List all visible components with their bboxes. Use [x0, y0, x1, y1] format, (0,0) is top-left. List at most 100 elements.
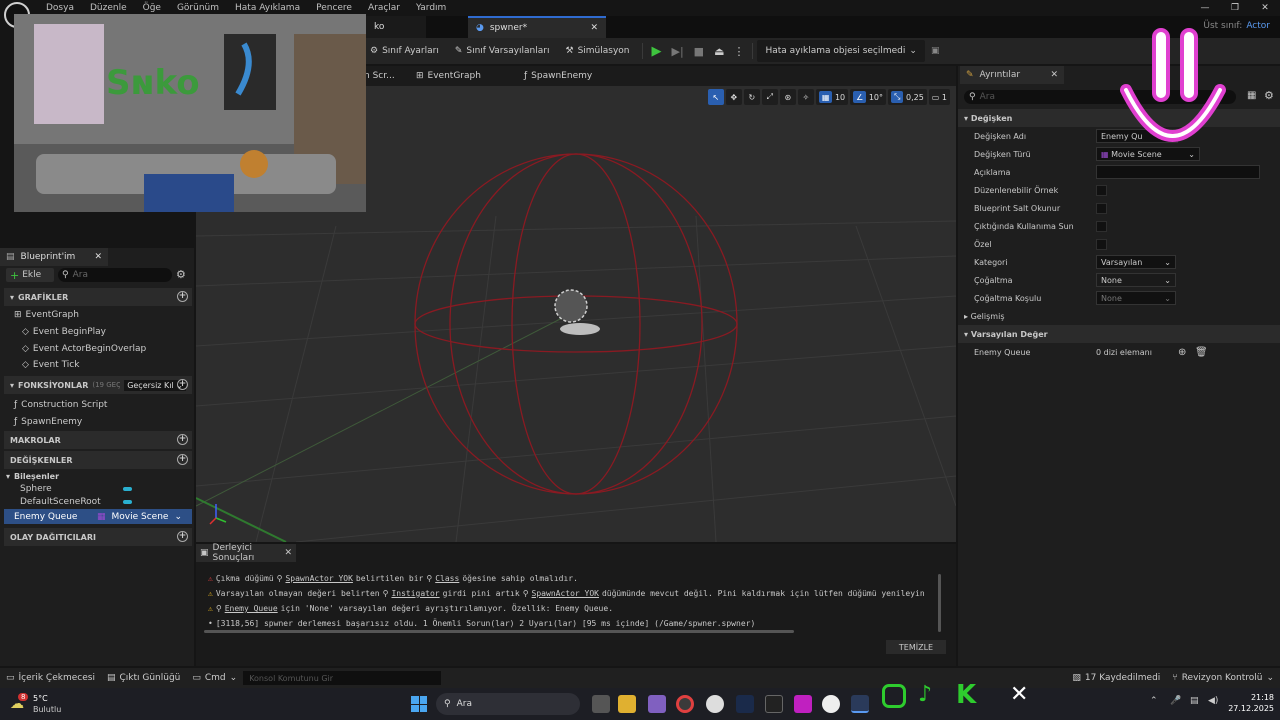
file-explorer-icon[interactable]: [618, 695, 636, 713]
surface-snap-icon[interactable]: ✧: [797, 89, 814, 105]
clear-button[interactable]: TEMİZLE: [886, 640, 946, 654]
description-input[interactable]: [1096, 165, 1260, 179]
clock-time[interactable]: 21:18: [1238, 693, 1274, 702]
close-icon[interactable]: ✕: [1250, 3, 1280, 13]
tab-close-icon[interactable]: ✕: [284, 548, 292, 558]
task-view-icon[interactable]: [592, 695, 610, 713]
log-link[interactable]: Instigator: [391, 589, 439, 598]
rotate-icon[interactable]: ↻: [743, 89, 760, 105]
more-options-icon[interactable]: ⋮: [729, 45, 748, 58]
editable-checkbox[interactable]: [1096, 184, 1107, 196]
blueprint-search-input[interactable]: ⚲ Ara: [58, 268, 172, 282]
tray-chevron-icon[interactable]: ⌃: [1150, 696, 1158, 706]
scene-root-icon[interactable]: [554, 289, 588, 323]
variables-header[interactable]: DEĞİŞKENLER +: [4, 451, 192, 469]
add-element-icon[interactable]: ⊕: [1178, 347, 1186, 358]
tree-event-tick[interactable]: ◇ Event Tick: [22, 358, 79, 372]
class-settings-button[interactable]: ⚙ Sınıf Ayarları: [362, 40, 447, 62]
tree-sphere[interactable]: Sphere: [20, 482, 132, 496]
tree-event-graph[interactable]: ⊞ EventGraph: [14, 308, 79, 322]
rotation-snap-toggle[interactable]: ∠ 10°: [850, 89, 887, 105]
add-variable-icon[interactable]: +: [177, 454, 188, 465]
readonly-checkbox[interactable]: [1096, 202, 1107, 214]
add-graph-icon[interactable]: +: [177, 291, 188, 302]
app-icon[interactable]: [794, 695, 812, 713]
vertical-scrollbar[interactable]: [938, 574, 941, 632]
parent-class-link[interactable]: Actor: [1246, 21, 1270, 31]
debug-object-dropdown[interactable]: Hata ayıklama objesi seçilmedi ⌄: [757, 40, 925, 62]
network-icon[interactable]: ▤: [1190, 696, 1199, 706]
scale-snap-toggle[interactable]: ⤡ 0,25: [888, 89, 927, 105]
add-button[interactable]: + Ekle: [6, 268, 54, 282]
menu-tools[interactable]: Araçlar: [360, 0, 408, 16]
unreal-editor-icon[interactable]: [851, 695, 869, 713]
content-drawer-button[interactable]: ▭ İçerik Çekmecesi: [0, 673, 101, 683]
graphs-header[interactable]: ▾ GRAFİKLER +: [4, 288, 192, 306]
functions-header[interactable]: ▾ FONKSİYONLAR (19 GEÇERSİ Geçersiz Kıl …: [4, 376, 192, 394]
debug-options-icon[interactable]: ▣: [925, 46, 946, 56]
tab-construction-partial[interactable]: n Scr...: [364, 66, 395, 86]
epic-games-icon[interactable]: [765, 695, 783, 713]
rep-condition-dropdown[interactable]: None ⌄: [1096, 291, 1176, 305]
taskbar-search[interactable]: ⚲ Ara: [436, 693, 580, 715]
tree-components[interactable]: ▾ Bileşenler: [6, 469, 59, 483]
camera-speed-button[interactable]: ▭ 1: [928, 89, 950, 105]
add-macro-icon[interactable]: +: [177, 434, 188, 445]
tab-compiler-results[interactable]: ▣ Derleyici Sonuçları ✕: [196, 543, 296, 563]
simulation-button[interactable]: ⚒ Simülasyon: [557, 40, 637, 62]
tab-details[interactable]: ✎ Ayrıntılar ✕: [960, 66, 1064, 84]
tree-spawn-enemy[interactable]: ƒ SpawnEnemy: [14, 415, 82, 429]
chrome-icon[interactable]: [676, 695, 694, 713]
tab-event-graph[interactable]: ⊞ EventGraph: [416, 66, 481, 86]
tree-construction-script[interactable]: ƒ Construction Script: [14, 398, 107, 412]
variable-row-selected[interactable]: Enemy Queue ▦ Movie Scene ⌄: [4, 509, 192, 524]
tab-partial[interactable]: ko: [366, 16, 426, 38]
class-defaults-button[interactable]: ✎ Sınıf Varsayılanları: [447, 40, 558, 62]
tab-close-icon[interactable]: ✕: [94, 252, 102, 262]
console-input[interactable]: Konsol Komutunu Gir: [243, 671, 442, 685]
scale-icon[interactable]: ⤢: [761, 89, 778, 105]
weather-widget[interactable]: ☁ 8 5°C Bulutlu: [8, 692, 88, 716]
tab-spawn-enemy[interactable]: ƒ SpawnEnemy: [524, 66, 592, 86]
world-local-icon[interactable]: ⊛: [779, 89, 796, 105]
macros-header[interactable]: MAKROLAR +: [4, 431, 192, 449]
menu-help[interactable]: Yardım: [408, 0, 454, 16]
steam-icon[interactable]: [736, 695, 754, 713]
clock-date[interactable]: 27.12.2025: [1226, 704, 1274, 713]
default-value-header[interactable]: ▾ Varsayılan Değer: [958, 325, 1280, 343]
grid-snap-toggle[interactable]: ▦ 10: [815, 89, 849, 105]
advanced-toggle[interactable]: ▸ Gelişmiş: [958, 307, 1280, 325]
volume-icon[interactable]: ◀): [1208, 696, 1218, 706]
log-link[interactable]: Enemy Queue: [225, 604, 278, 613]
tab-close-icon[interactable]: ✕: [1050, 70, 1058, 80]
settings-gear-icon[interactable]: ⚙: [176, 268, 186, 281]
category-dropdown[interactable]: Varsayılan ⌄: [1096, 255, 1176, 269]
tree-event-overlap[interactable]: ◇ Event ActorBeginOverlap: [22, 342, 146, 356]
settings-gear-icon[interactable]: ⚙: [1264, 89, 1274, 102]
table-view-icon[interactable]: ▦: [1247, 90, 1256, 101]
dispatchers-header[interactable]: OLAY DAĞITICILARI +: [4, 528, 192, 546]
tab-spwner[interactable]: ◕ spwner* ✕: [468, 16, 606, 38]
translate-icon[interactable]: ✥: [725, 89, 742, 105]
log-link[interactable]: Class: [435, 574, 459, 583]
expose-checkbox[interactable]: [1096, 220, 1107, 232]
eject-icon[interactable]: ⏏: [709, 45, 729, 58]
windows-start-icon[interactable]: [411, 696, 427, 712]
chevron-down-icon[interactable]: ⌄: [174, 512, 182, 522]
trash-icon[interactable]: 🗑: [1195, 347, 1208, 358]
private-checkbox[interactable]: [1096, 238, 1107, 250]
tab-close-icon[interactable]: ✕: [590, 23, 598, 33]
add-function-icon[interactable]: +: [177, 379, 188, 390]
log-link[interactable]: SpawnActor YOK: [285, 574, 352, 583]
restore-icon[interactable]: ❐: [1220, 3, 1250, 13]
tree-default-scene-root[interactable]: DefaultSceneRoot: [20, 495, 132, 509]
stop-icon[interactable]: ■: [689, 45, 709, 58]
minimize-icon[interactable]: —: [1190, 3, 1220, 13]
store-icon[interactable]: [648, 695, 666, 713]
unsaved-button[interactable]: ▧ 17 Kaydedilmedi: [1066, 673, 1166, 683]
revision-control-button[interactable]: ⑂ Revizyon Kontrolü ⌄: [1166, 673, 1280, 683]
microphone-icon[interactable]: 🎤: [1170, 696, 1181, 706]
add-dispatcher-icon[interactable]: +: [177, 531, 188, 542]
log-link[interactable]: SpawnActor YOK: [532, 589, 599, 598]
step-icon[interactable]: ▶|: [667, 45, 689, 58]
